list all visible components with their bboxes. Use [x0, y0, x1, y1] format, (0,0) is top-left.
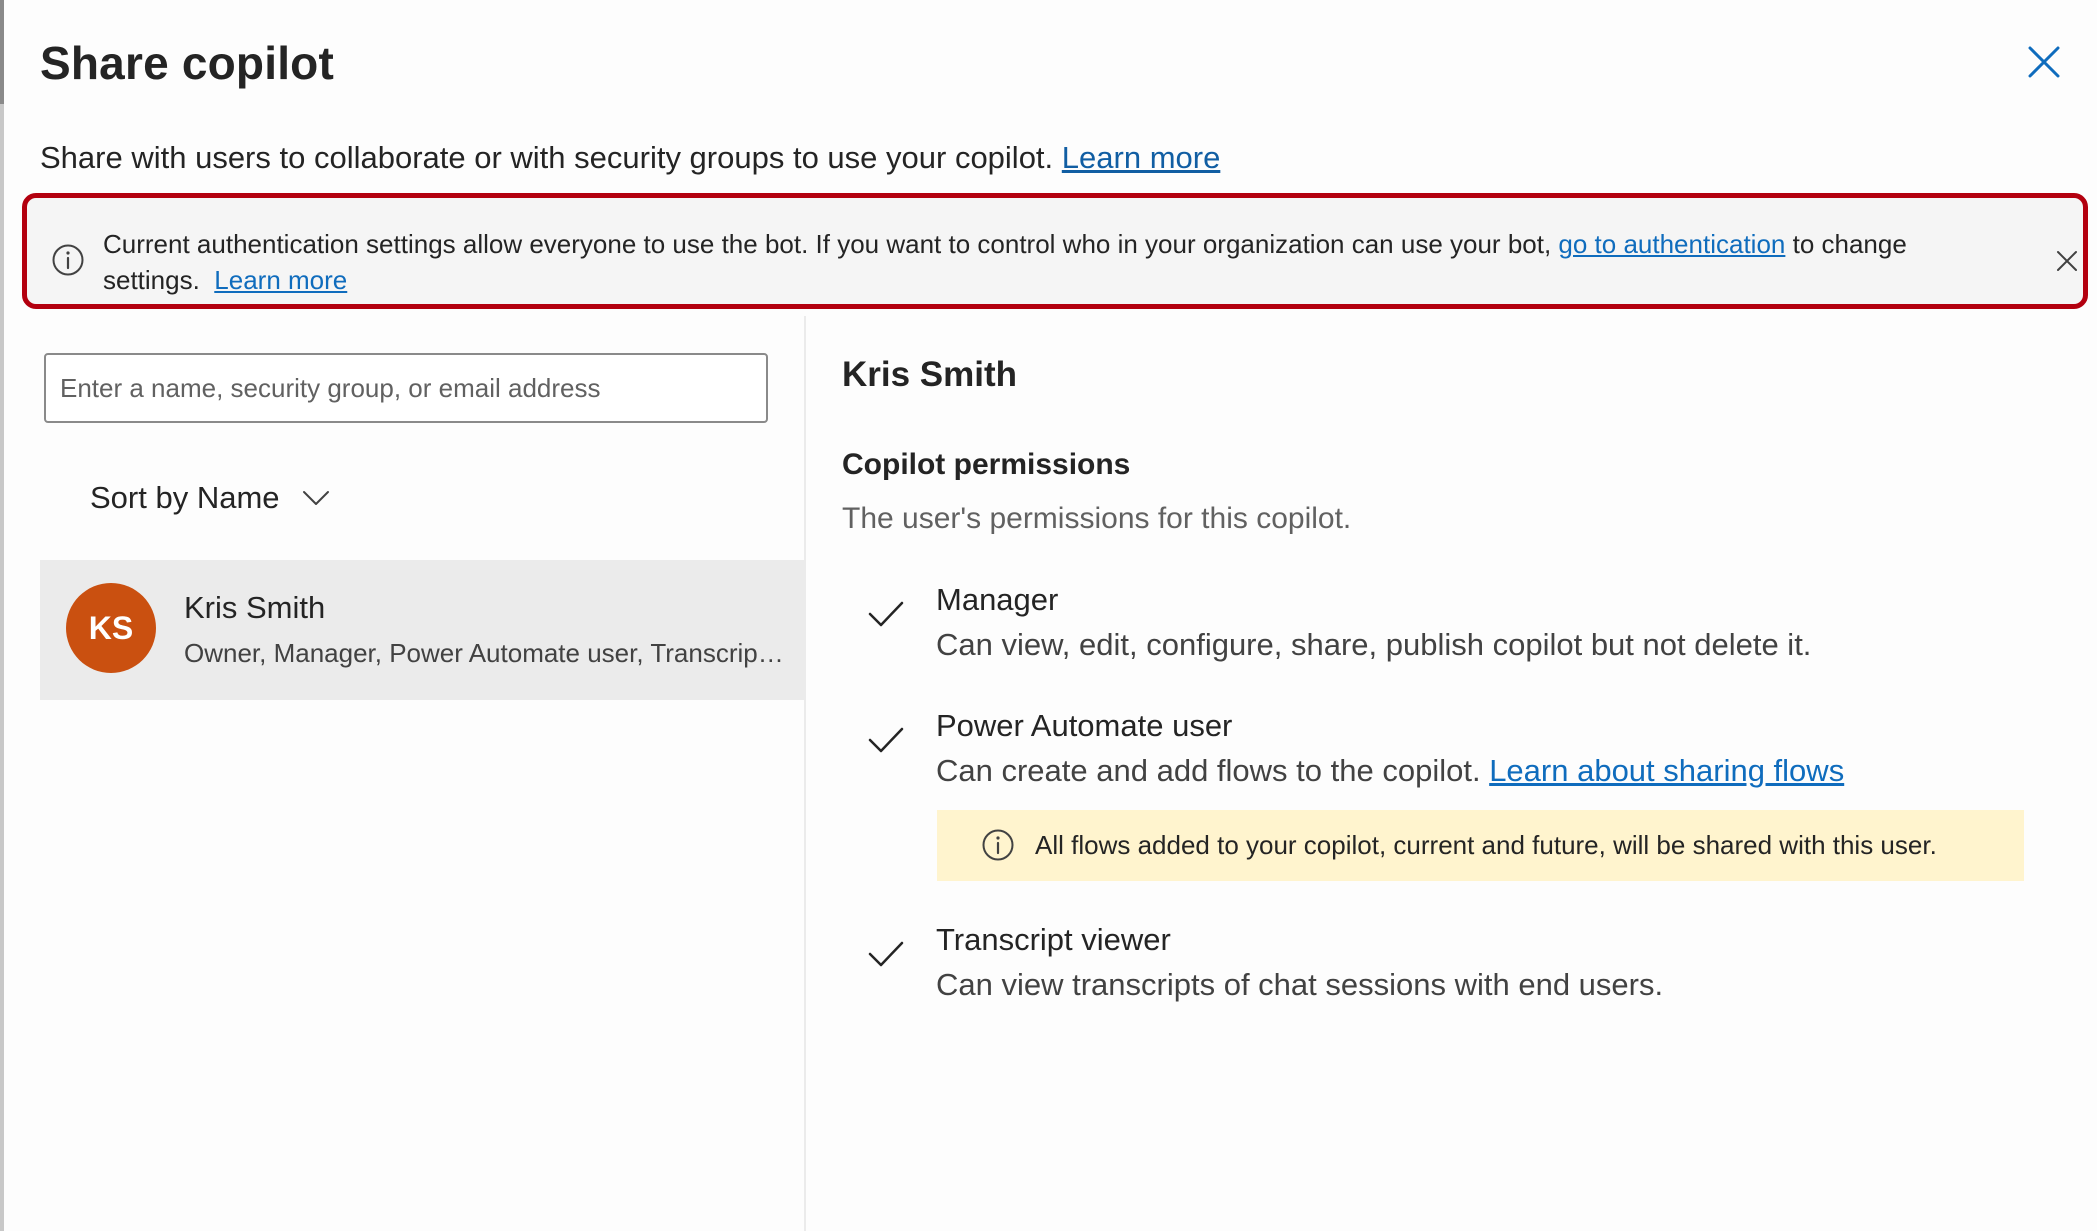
close-icon [2028, 46, 2060, 78]
close-button[interactable] [2024, 42, 2064, 82]
info-icon [982, 829, 1014, 861]
user-name: Kris Smith [184, 590, 326, 625]
banner-learn-more-link[interactable]: Learn more [214, 265, 347, 295]
user-roles: Owner, Manager, Power Automate user, Tra… [184, 638, 784, 668]
checkmark-icon[interactable] [866, 934, 906, 974]
sort-by-label: Sort by Name [90, 480, 280, 515]
permission-description: Can create and add flows to the copilot. [936, 753, 1481, 788]
chevron-down-icon [302, 491, 329, 505]
permission-description: Can view, edit, configure, share, publis… [936, 627, 1812, 662]
go-to-authentication-link[interactable]: go to authentication [1558, 229, 1785, 259]
panel-divider [804, 316, 806, 1231]
permissions-heading: Copilot permissions [842, 448, 1131, 481]
dialog-left-edge [0, 0, 4, 1231]
info-icon [52, 244, 84, 276]
authentication-banner: Current authentication settings allow ev… [22, 193, 2088, 309]
banner-dismiss-button[interactable] [2055, 249, 2079, 273]
learn-about-sharing-flows-link[interactable]: Learn about sharing flows [1489, 753, 1844, 788]
permission-name: Power Automate user [936, 708, 1233, 743]
permission-name: Transcript viewer [936, 922, 1171, 957]
dialog-subtitle: Share with users to collaborate or with … [40, 140, 1220, 176]
flows-sharing-notice: All flows added to your copilot, current… [937, 810, 2024, 881]
dialog-title: Share copilot [40, 37, 334, 89]
user-list-item[interactable]: KS Kris Smith Owner, Manager, Power Auto… [40, 560, 804, 700]
avatar: KS [66, 583, 156, 673]
dialog-subtitle-text: Share with users to collaborate or with … [40, 140, 1054, 175]
sort-by-button[interactable]: Sort by Name [90, 474, 330, 522]
banner-text-before: Current authentication settings allow ev… [103, 229, 1559, 259]
dialog-left-edge-accent [0, 0, 4, 104]
permission-description-row: Can create and add flows to the copilot.… [936, 753, 1844, 789]
share-copilot-dialog: Share copilot Share with users to collab… [0, 0, 2097, 1231]
permission-name: Manager [936, 582, 1059, 617]
learn-more-link[interactable]: Learn more [1062, 140, 1221, 175]
checkmark-icon[interactable] [866, 720, 906, 760]
selected-user-name: Kris Smith [842, 355, 1018, 394]
permissions-description: The user's permissions for this copilot. [842, 502, 1352, 535]
people-search-input[interactable] [44, 353, 768, 423]
flows-notice-text: All flows added to your copilot, current… [1035, 830, 1937, 860]
close-icon [2057, 251, 2077, 271]
authentication-banner-text: Current authentication settings allow ev… [103, 226, 2023, 298]
permission-description: Can view transcripts of chat sessions wi… [936, 967, 1664, 1002]
checkmark-icon[interactable] [866, 594, 906, 634]
